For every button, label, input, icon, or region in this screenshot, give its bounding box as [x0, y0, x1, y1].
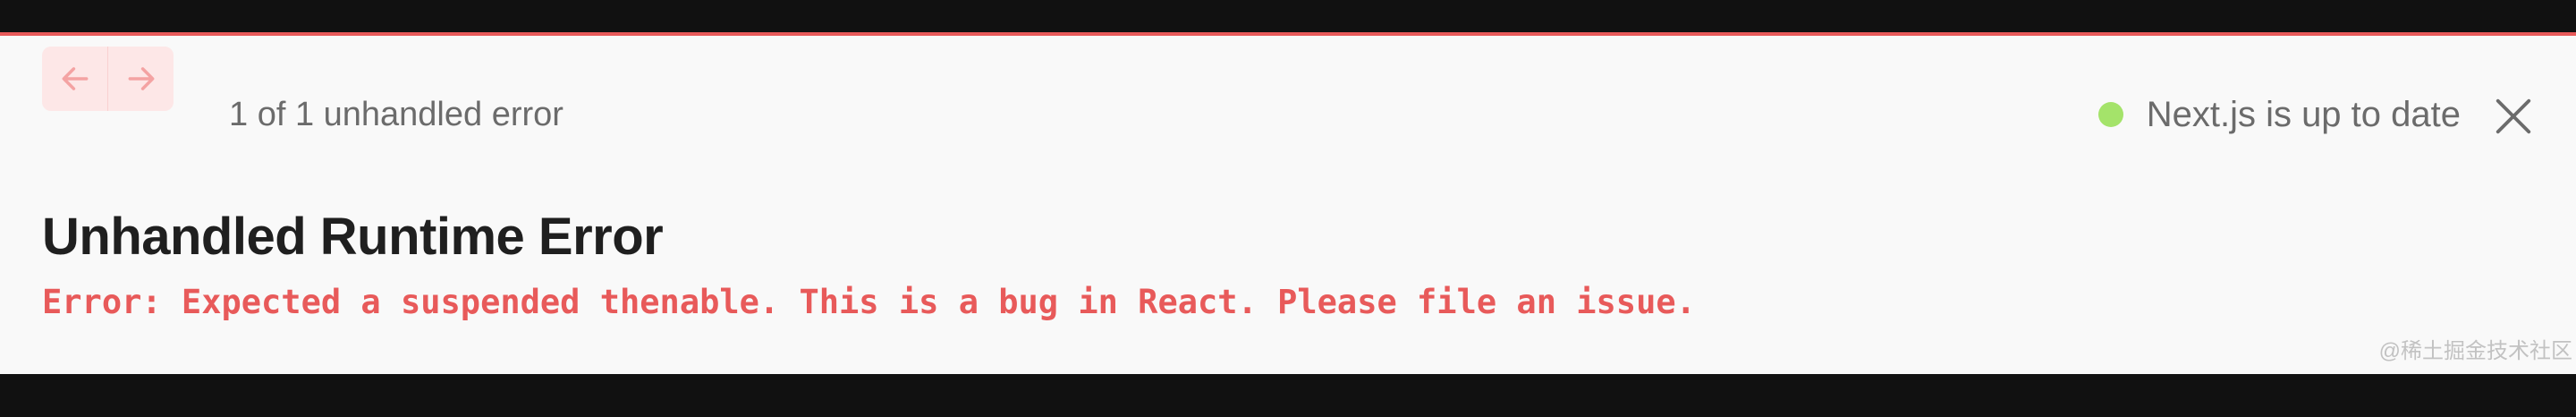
- error-title: Unhandled Runtime Error: [42, 208, 664, 266]
- version-status: Next.js is up to date: [2097, 94, 2461, 134]
- close-icon: [2496, 98, 2531, 134]
- version-status-text: Next.js is up to date: [2146, 94, 2461, 134]
- error-message: Error: Expected a suspended thenable. Th…: [42, 283, 1696, 321]
- bottom-bar: [0, 374, 2576, 417]
- arrow-left-icon: [62, 67, 88, 90]
- error-pagination: [42, 47, 174, 111]
- next-error-button[interactable]: [108, 47, 174, 111]
- close-button[interactable]: [2492, 95, 2535, 138]
- error-count: 1 of 1 unhandled error: [229, 96, 564, 133]
- watermark: @稀土掘金技术社区: [2378, 339, 2572, 363]
- status-dot-icon: [2097, 102, 2123, 127]
- arrow-right-icon: [128, 67, 154, 90]
- error-dialog: [0, 36, 2576, 374]
- previous-error-button[interactable]: [42, 47, 107, 111]
- top-bar: [0, 0, 2576, 32]
